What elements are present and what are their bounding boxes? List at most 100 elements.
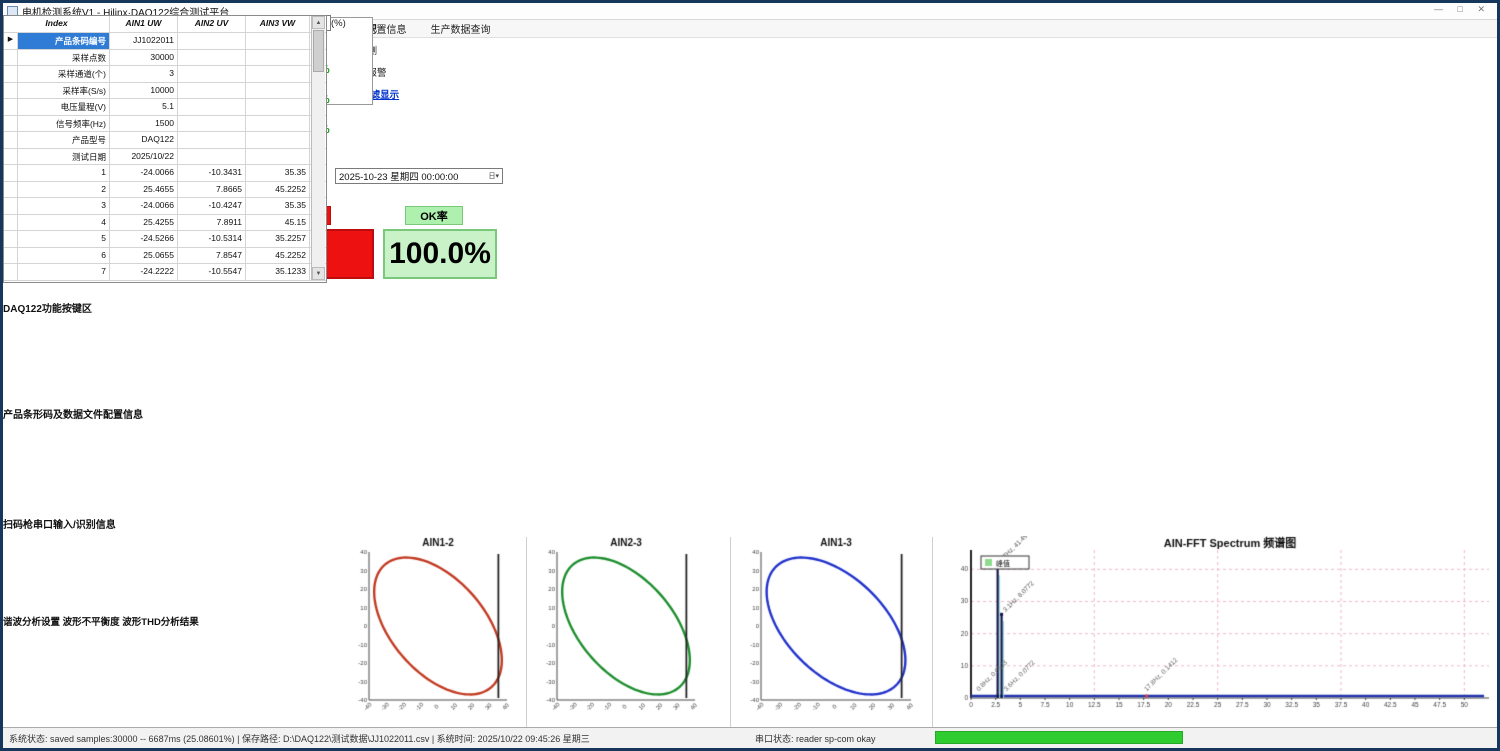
counter-label-3: OK率 xyxy=(405,206,463,225)
end-date-picker[interactable]: 2025-10-23 星期四 00:00:00 日▾ xyxy=(335,168,503,184)
raw-table-row-14[interactable]: 7-24.2222-10.554735.1233 xyxy=(4,264,326,281)
counter-value-3: 100.0% xyxy=(383,229,497,279)
raw-table-cell-11-0: 25.4255 xyxy=(110,215,178,231)
raw-table-row-3[interactable]: 采样率(S/s)10000 xyxy=(4,83,326,100)
end-date-value: 2025-10-23 星期四 00:00:00 xyxy=(339,169,458,183)
raw-table-row-8[interactable]: 1-24.0066-10.343135.35 xyxy=(4,165,326,182)
raw-table-row-label-2: 采样通道(个) xyxy=(18,66,110,82)
raw-table-cell-2-2 xyxy=(246,66,310,82)
raw-table-row-selector-1 xyxy=(4,50,18,66)
raw-table-cell-11-1: 7.8911 xyxy=(178,215,246,231)
raw-table-cell-14-1: -10.5547 xyxy=(178,264,246,280)
raw-table-row-4[interactable]: 电压量程(V)5.1 xyxy=(4,99,326,116)
raw-table-cell-5-2 xyxy=(246,116,310,132)
raw-table-row-selector-9 xyxy=(4,182,18,198)
raw-table-cell-11-2: 45.15 xyxy=(246,215,310,231)
scroll-up-button[interactable]: ▲ xyxy=(312,16,325,29)
raw-table-cell-2-1 xyxy=(178,66,246,82)
menu-item-4[interactable]: 生产数据查询 xyxy=(419,21,503,36)
raw-table-row-label-10: 3 xyxy=(18,198,110,214)
raw-table-row-selector-10 xyxy=(4,198,18,214)
raw-table-row-0[interactable]: ▶产品条码编号JJ1022011 xyxy=(4,33,326,50)
raw-table-cell-6-0: DAQ122 xyxy=(110,132,178,148)
raw-table-row-label-7: 测试日期 xyxy=(18,149,110,165)
app-window: 电机检测系统V1 - Hilinx·DAQ122综合测试平台 — □ ✕ 系统·… xyxy=(0,0,1500,751)
raw-table-row-1[interactable]: 采样点数30000 xyxy=(4,50,326,67)
raw-table-cell-0-1 xyxy=(178,33,246,49)
raw-table-cell-8-1: -10.3431 xyxy=(178,165,246,181)
raw-table-row-5[interactable]: 信号频率(Hz)1500 xyxy=(4,116,326,133)
raw-table-row-selector-11 xyxy=(4,215,18,231)
raw-table-row-selector-5 xyxy=(4,116,18,132)
function-buttons-title: DAQ122功能按键区 xyxy=(3,300,251,315)
raw-table: IndexAIN1 UWAIN2 UVAIN3 VW▶产品条码编号JJ10220… xyxy=(3,15,327,283)
raw-table-row-6[interactable]: 产品型号DAQ122 xyxy=(4,132,326,149)
lissajous-panel-3 xyxy=(733,536,929,724)
raw-table-row-selector-4 xyxy=(4,99,18,115)
raw-table-cell-3-2 xyxy=(246,83,310,99)
raw-table-row-selector-2 xyxy=(4,66,18,82)
raw-table-cell-2-0: 3 xyxy=(110,66,178,82)
raw-table-cell-14-2: 35.1233 xyxy=(246,264,310,280)
raw-table-row-label-1: 采样点数 xyxy=(18,50,110,66)
raw-table-cell-5-1 xyxy=(178,116,246,132)
raw-table-cell-12-2: 35.2257 xyxy=(246,231,310,247)
raw-table-row-10[interactable]: 3-24.0066-10.424735.35 xyxy=(4,198,326,215)
fft-panel xyxy=(935,536,1500,724)
raw-table-cell-13-0: 25.0655 xyxy=(110,248,178,264)
raw-table-row-9[interactable]: 225.46557.866545.2252 xyxy=(4,182,326,199)
raw-table-cell-6-2 xyxy=(246,132,310,148)
barcode-panel-title: 产品条形码及数据文件配置信息 xyxy=(3,406,189,421)
fft-chart xyxy=(935,536,1500,724)
raw-table-row-11[interactable]: 425.42557.891145.15 xyxy=(4,215,326,232)
raw-table-cell-12-1: -10.5314 xyxy=(178,231,246,247)
raw-table-row-selector-0: ▶ xyxy=(4,33,18,49)
raw-table-header-row: IndexAIN1 UWAIN2 UVAIN3 VW xyxy=(4,16,326,33)
serial-status-label: 串口状态: reader sp-com okay xyxy=(755,732,876,745)
raw-table-header-2: AIN2 UV xyxy=(178,16,246,32)
raw-table-row-selector-6 xyxy=(4,132,18,148)
raw-table-cell-9-0: 25.4655 xyxy=(110,182,178,198)
raw-table-row-12[interactable]: 5-24.5266-10.531435.2257 xyxy=(4,231,326,248)
raw-table-row-selector-3 xyxy=(4,83,18,99)
end-date-dropdown-icon[interactable]: 日▾ xyxy=(488,171,499,181)
raw-table-cell-13-1: 7.8547 xyxy=(178,248,246,264)
raw-table-cell-12-0: -24.5266 xyxy=(110,231,178,247)
thd-control-unit-2: (%) xyxy=(331,18,346,29)
thd-analysis-title: 谐波分析设置 波形不平衡度 波形THD分析结果 xyxy=(3,614,348,628)
raw-table-cell-4-2 xyxy=(246,99,310,115)
raw-table-row-selector-14 xyxy=(4,264,18,280)
raw-table-row-7[interactable]: 测试日期2025/10/22 xyxy=(4,149,326,166)
raw-table-cell-1-1 xyxy=(178,50,246,66)
raw-table-cell-7-2 xyxy=(246,149,310,165)
barcode-panel: 产品条形码及数据文件配置信息 产品条码识别区 JJ1022011 扫码 清除 xyxy=(3,406,189,516)
raw-table-cell-8-2: 35.35 xyxy=(246,165,310,181)
raw-table-cell-4-1 xyxy=(178,99,246,115)
divider xyxy=(932,537,933,727)
raw-table-row-13[interactable]: 625.06557.854745.2252 xyxy=(4,248,326,265)
raw-table-cell-1-0: 30000 xyxy=(110,50,178,66)
raw-table-row-label-12: 5 xyxy=(18,231,110,247)
raw-table-scrollbar[interactable]: ▲▼ xyxy=(311,16,325,280)
raw-table-row-label-9: 2 xyxy=(18,182,110,198)
raw-table-cell-10-1: -10.4247 xyxy=(178,198,246,214)
raw-table-cell-0-2 xyxy=(246,33,310,49)
window-controls[interactable]: — □ ✕ xyxy=(1434,4,1491,15)
lissajous-chart-ain1-3 xyxy=(733,536,929,724)
lissajous-panel-1 xyxy=(341,536,525,724)
raw-table-row-selector-12 xyxy=(4,231,18,247)
raw-table-row-label-8: 1 xyxy=(18,165,110,181)
raw-table-cell-0-0: JJ1022011 xyxy=(110,33,178,49)
function-buttons-panel: DAQ122功能按键区 ▶打开设备↻复位设备≡管理配置▤参数配置▣系统自检测试◧… xyxy=(3,300,251,406)
status-text: 系统状态: saved samples:30000 -- 6687ms (25.… xyxy=(9,732,590,745)
scanner-input-panel: 扫码枪串口输入/识别信息 JJ1022011**DAQ122-8CH S/N03… xyxy=(3,516,369,614)
raw-table-row-2[interactable]: 采样通道(个)3 xyxy=(4,66,326,83)
raw-table-cell-10-2: 35.35 xyxy=(246,198,310,214)
raw-table-header-3: AIN3 VW xyxy=(246,16,310,32)
raw-table-row-label-5: 信号频率(Hz) xyxy=(18,116,110,132)
scroll-down-button[interactable]: ▼ xyxy=(312,267,325,280)
scroll-thumb[interactable] xyxy=(313,30,324,72)
scanner-input-title: 扫码枪串口输入/识别信息 xyxy=(3,516,369,531)
raw-table-row-label-0: 产品条码编号 xyxy=(18,33,110,49)
raw-table-row-selector-8 xyxy=(4,165,18,181)
